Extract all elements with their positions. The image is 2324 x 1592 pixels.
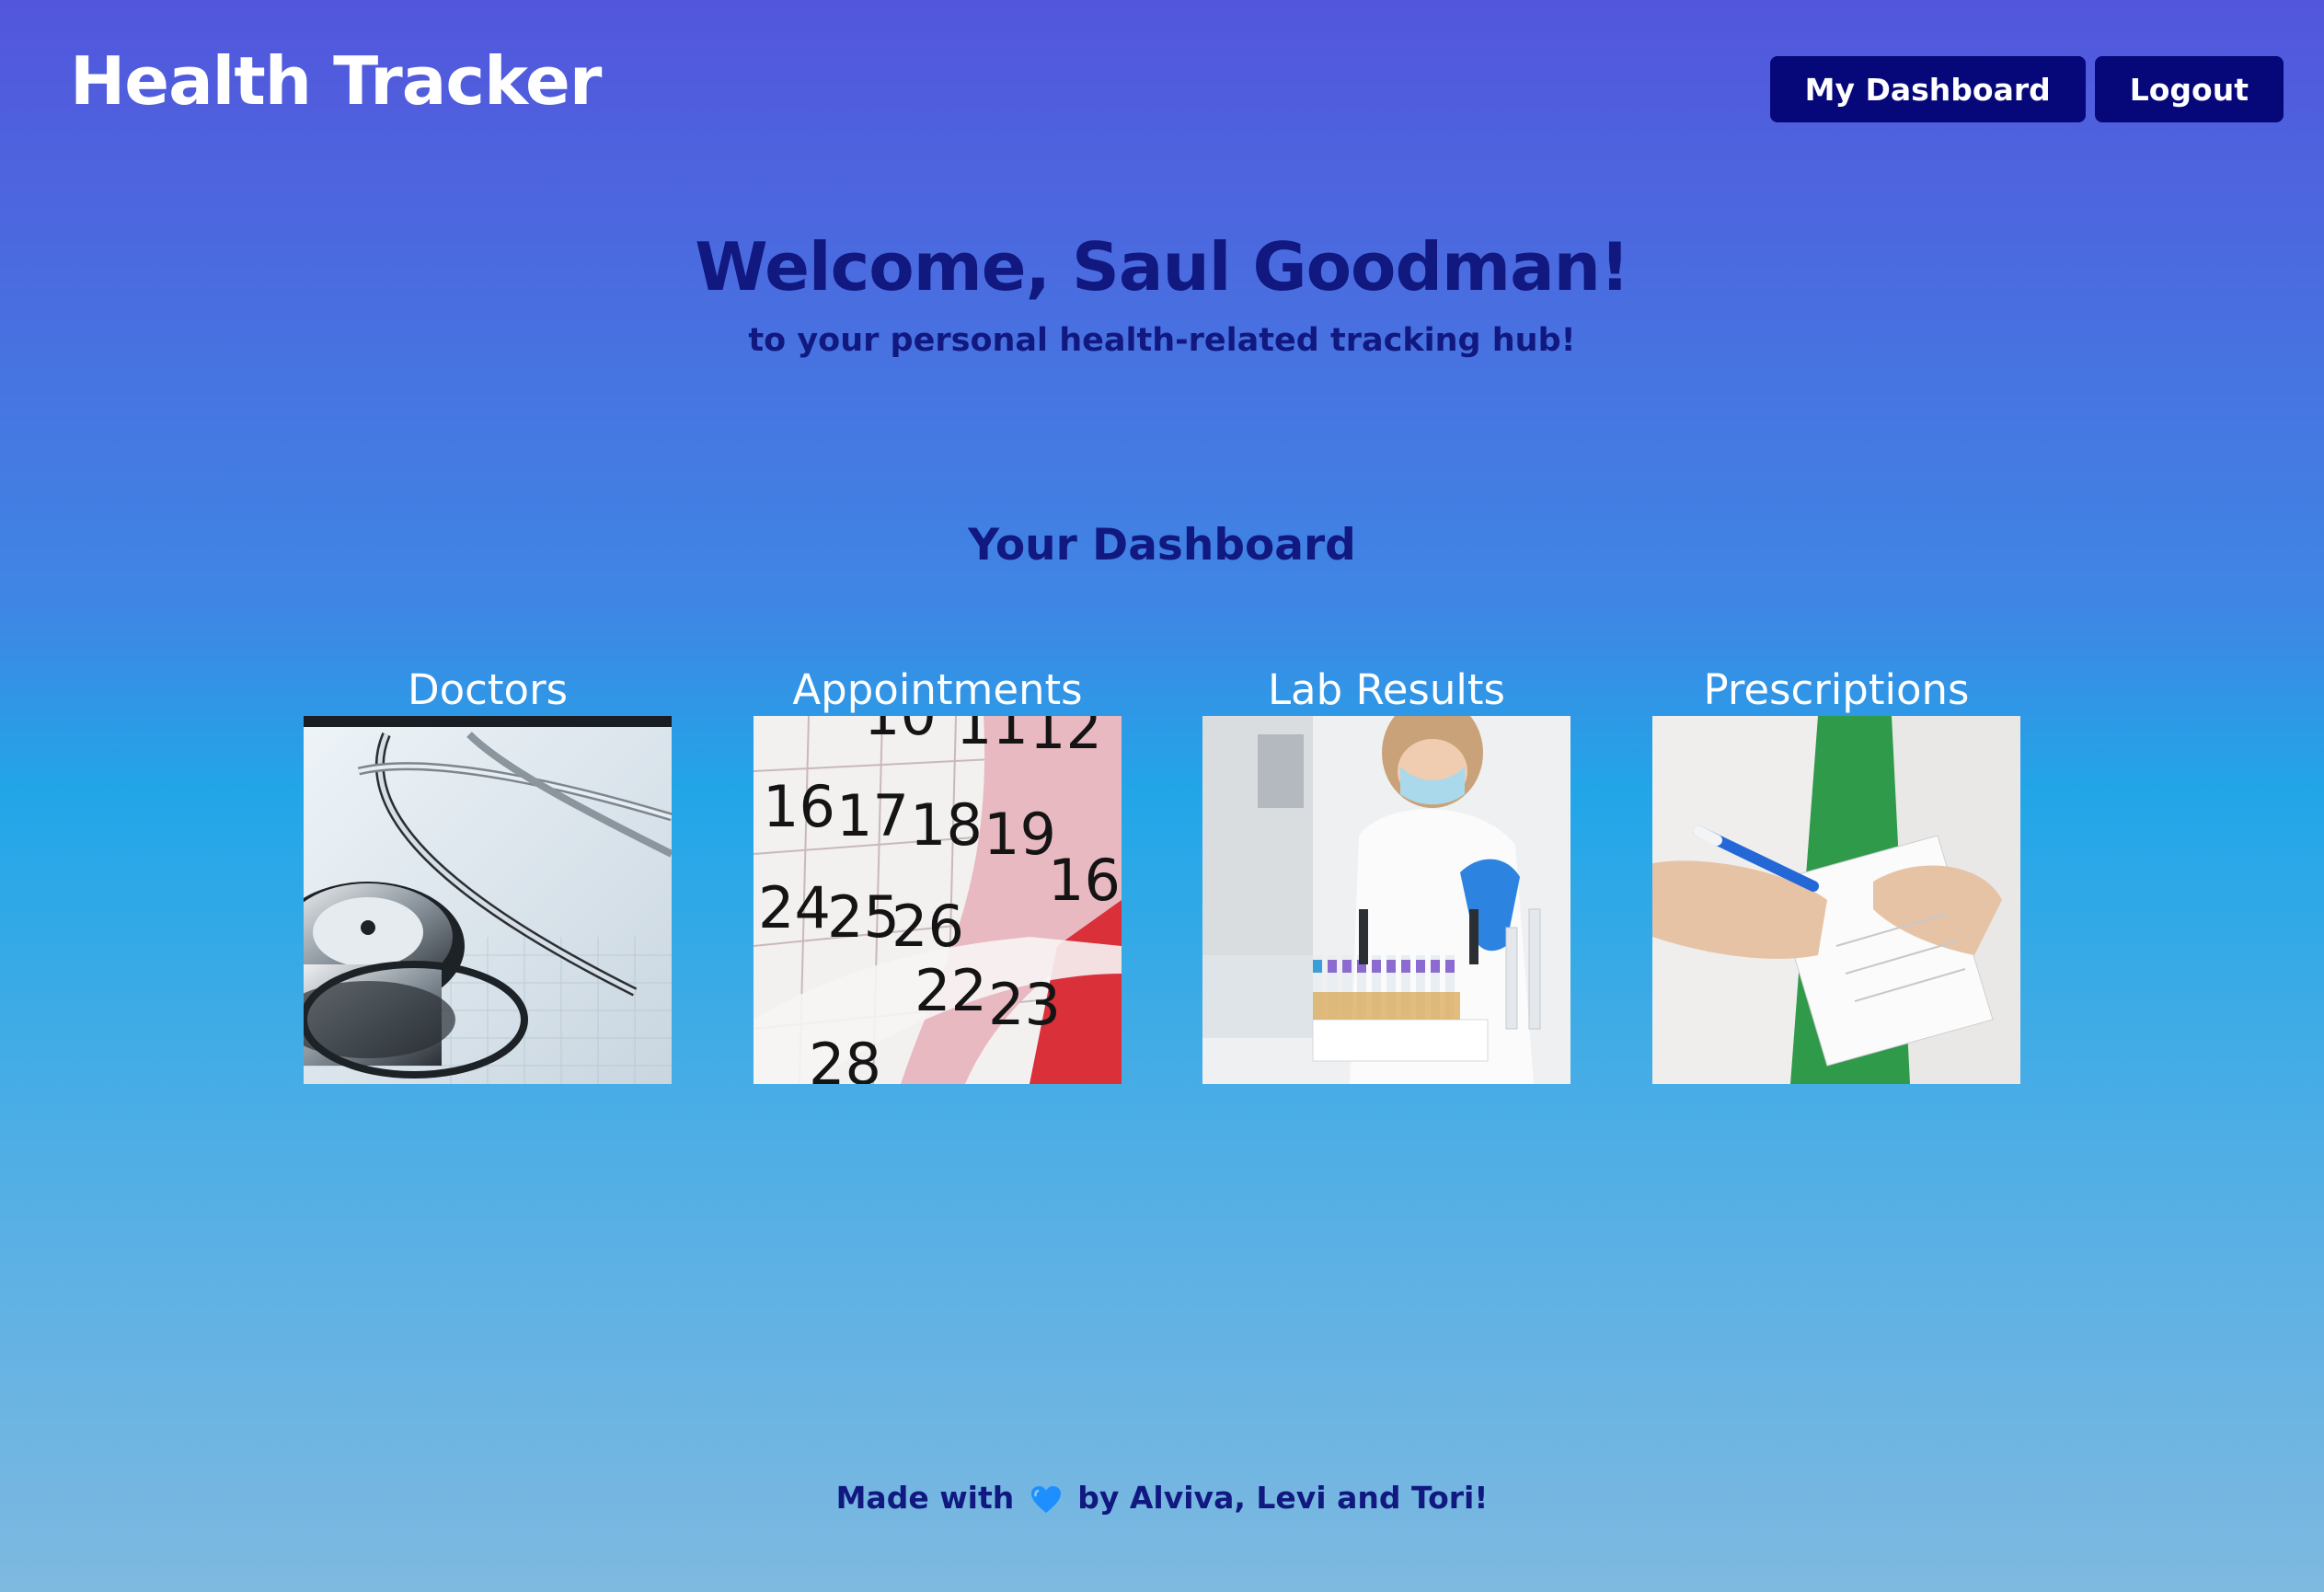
dashboard-cards: Doctors Appointments 11 12 16 17 18 19 2… <box>0 664 2324 1088</box>
dashboard-title: Your Dashboard <box>968 520 1356 571</box>
svg-text:18: 18 <box>910 791 983 859</box>
app-title: Health Tracker <box>70 42 602 120</box>
card-lab-results-label: Lab Results <box>1267 665 1505 714</box>
svg-text:28: 28 <box>809 1031 881 1084</box>
welcome-subtitle: to your personal health-related tracking… <box>748 322 1576 359</box>
calendar-image: 101112 16171819 24252616 2223 28 <box>754 716 1122 1084</box>
svg-text:16: 16 <box>763 773 835 840</box>
svg-text:22: 22 <box>915 957 987 1024</box>
stethoscope-image <box>304 716 672 1084</box>
footer: Made with by Alviva, Levi and Tori! <box>0 1480 2324 1516</box>
svg-text:16: 16 <box>1048 847 1121 914</box>
card-prescriptions-label: Prescriptions <box>1703 665 1970 714</box>
svg-text:24: 24 <box>758 874 831 941</box>
svg-text:19: 19 <box>984 801 1056 868</box>
welcome-section: Welcome, Saul Goodman! to your personal … <box>0 228 2324 359</box>
svg-text:10: 10 <box>864 716 937 748</box>
my-dashboard-button[interactable]: My Dashboard <box>1769 56 2086 122</box>
card-appointments-label: Appointments <box>792 665 1083 714</box>
svg-text:26: 26 <box>892 893 964 960</box>
welcome-heading: Welcome, Saul Goodman! <box>695 228 1630 306</box>
svg-text:25: 25 <box>827 883 900 951</box>
svg-text:17: 17 <box>836 782 909 849</box>
footer-prefix: Made with <box>835 1480 1015 1516</box>
svg-text:11: 11 <box>956 716 1029 757</box>
card-appointments[interactable]: Appointments 101112 16171819 24252616 22… <box>754 664 1122 1084</box>
card-lab-results[interactable]: Lab Results <box>1202 664 1570 1084</box>
card-doctors[interactable]: Doctors <box>304 664 672 1084</box>
svg-text:23: 23 <box>988 971 1061 1038</box>
footer-suffix: by Alviva, Levi and Tori! <box>1077 1480 1489 1516</box>
top-nav: My Dashboard Logout <box>1769 56 2284 122</box>
lab-test-tubes-image <box>1202 716 1570 1084</box>
card-doctors-label: Doctors <box>407 665 569 714</box>
svg-text:12: 12 <box>1030 716 1102 762</box>
logout-button[interactable]: Logout <box>2094 56 2284 122</box>
prescription-pad-image <box>1652 716 2020 1084</box>
blue-heart-icon <box>1030 1485 1061 1513</box>
card-prescriptions[interactable]: Prescriptions <box>1652 664 2020 1084</box>
